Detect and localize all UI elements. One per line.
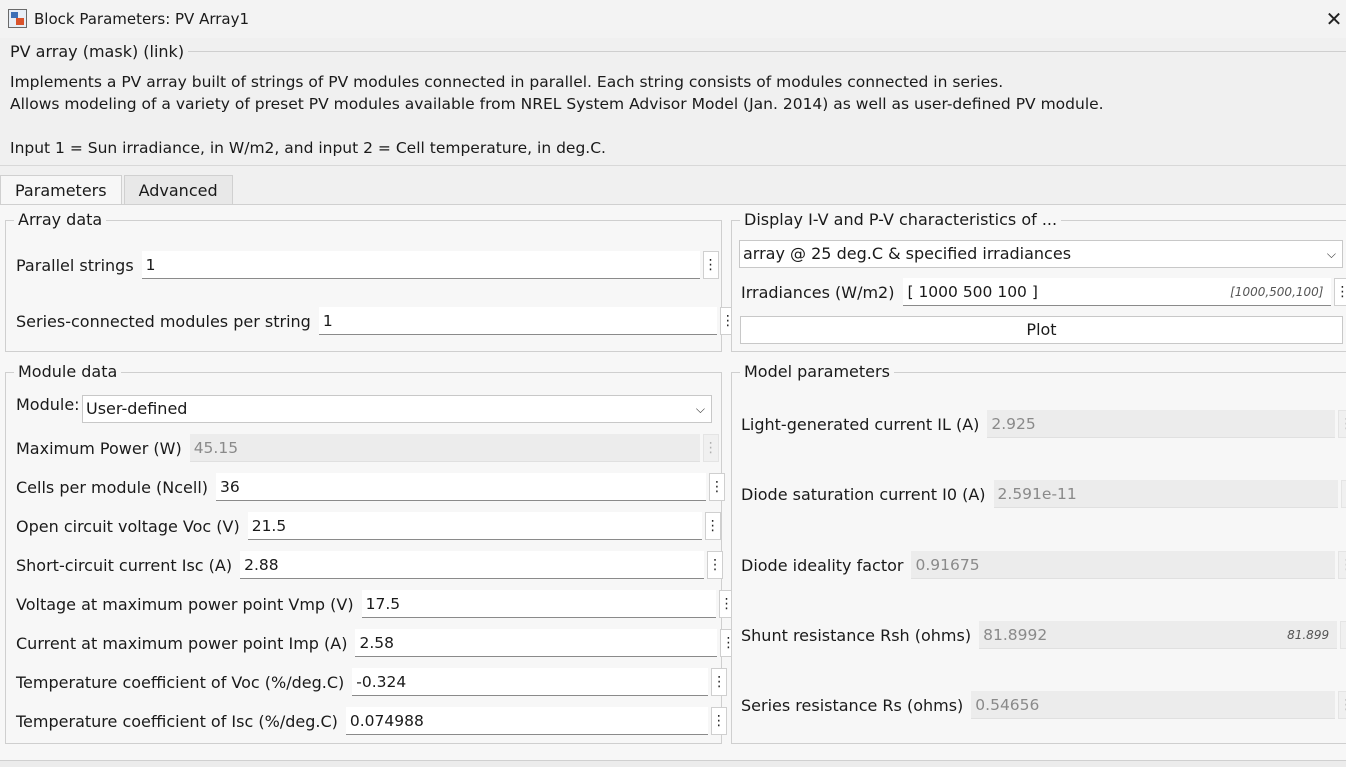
kebab-menu-icon[interactable]: ⋮ xyxy=(707,551,724,579)
voc-input[interactable]: 21.5 xyxy=(247,512,702,540)
bottom-bar xyxy=(0,760,1346,767)
cells-input[interactable]: 36 xyxy=(216,473,707,501)
field-label: Diode saturation current I0 (A) xyxy=(741,484,986,504)
kebab-menu-icon: ⋮ xyxy=(1338,691,1346,719)
field-label: Module: xyxy=(16,395,80,414)
max-power-row: Maximum Power (W) 45.15 ⋮ xyxy=(16,434,719,462)
field-label: Irradiances (W/m2) xyxy=(741,282,895,302)
plot-button[interactable]: Plot xyxy=(740,316,1343,344)
description-line-3: Input 1 = Sun irradiance, in W/m2, and i… xyxy=(10,139,606,157)
field-label: Temperature coefficient of Voc (%/deg.C) xyxy=(16,672,345,692)
rsh-input: 81.8992 81.899 xyxy=(979,621,1338,649)
array-data-group: Array data Parallel strings 1 ⋮ Series-c… xyxy=(5,210,736,352)
tc-voc-row: Temperature coefficient of Voc (%/deg.C)… xyxy=(16,668,728,696)
rs-row: Series resistance Rs (ohms) 0.54656 ⋮ xyxy=(741,691,1346,719)
evaluated-value-hint: [1000,500,100] xyxy=(1230,285,1324,299)
kebab-menu-icon: ⋮ xyxy=(1340,621,1346,649)
display-mode-select[interactable]: array @ 25 deg.C & specified irradiances… xyxy=(739,240,1343,268)
field-label: Diode ideality factor xyxy=(741,555,904,575)
group-title: Model parameters xyxy=(740,362,894,381)
group-title: Array data xyxy=(14,210,107,229)
imp-row: Current at maximum power point Imp (A) 2… xyxy=(16,629,737,657)
kebab-menu-icon: ⋮ xyxy=(1340,480,1346,508)
parallel-strings-input[interactable]: 1 xyxy=(141,251,700,279)
kebab-menu-icon[interactable]: ⋮ xyxy=(1334,278,1346,306)
display-mode-value: array @ 25 deg.C & specified irradiances xyxy=(743,244,1072,263)
field-label: Open circuit voltage Voc (V) xyxy=(16,516,240,536)
kebab-menu-icon[interactable]: ⋮ xyxy=(709,473,726,501)
vmp-input[interactable]: 17.5 xyxy=(361,590,716,618)
series-modules-row: Series-connected modules per string 1 ⋮ xyxy=(16,307,736,335)
isc-input[interactable]: 2.88 xyxy=(240,551,705,579)
ideality-input: 0.91675 xyxy=(911,551,1336,579)
kebab-menu-icon: ⋮ xyxy=(702,434,719,462)
imp-input[interactable]: 2.58 xyxy=(355,629,718,657)
series-modules-input[interactable]: 1 xyxy=(318,307,717,335)
field-label: Series-connected modules per string xyxy=(16,311,311,331)
irradiances-value: [ 1000 500 100 ] xyxy=(907,283,1038,301)
field-label: Shunt resistance Rsh (ohms) xyxy=(741,625,972,645)
il-input: 2.925 xyxy=(987,410,1336,438)
field-label: Short-circuit current Isc (A) xyxy=(16,555,233,575)
rsh-value: 81.8992 xyxy=(983,626,1048,644)
field-label: Series resistance Rs (ohms) xyxy=(741,695,964,715)
chevron-down-icon: ⌵ xyxy=(695,402,705,416)
field-label: Voltage at maximum power point Vmp (V) xyxy=(16,594,354,614)
evaluated-value-hint: 81.899 xyxy=(1287,628,1330,642)
chevron-down-icon: ⌵ xyxy=(1326,247,1336,261)
kebab-menu-icon: ⋮ xyxy=(1338,551,1346,579)
parallel-strings-row: Parallel strings 1 ⋮ xyxy=(16,251,719,279)
kebab-menu-icon[interactable]: ⋮ xyxy=(711,668,728,696)
kebab-menu-icon: ⋮ xyxy=(1338,410,1346,438)
mask-description: PV array (mask) (link) Implements a PV a… xyxy=(0,38,1346,166)
description-line-1: Implements a PV array built of strings o… xyxy=(10,73,1004,91)
tab-advanced[interactable]: Advanced xyxy=(123,175,233,205)
tc-voc-input[interactable]: -0.324 xyxy=(352,668,709,696)
group-title: Module data xyxy=(14,362,122,381)
parameters-panel: Array data Parallel strings 1 ⋮ Series-c… xyxy=(0,204,1346,760)
isc-row: Short-circuit current Isc (A) 2.88 ⋮ xyxy=(16,551,724,579)
field-label: Light-generated current IL (A) xyxy=(741,414,980,434)
il-row: Light-generated current IL (A) 2.925 ⋮ xyxy=(741,410,1346,438)
i0-input: 2.591e-11 xyxy=(993,480,1338,508)
title-bar: Block Parameters: PV Array1 ✕ xyxy=(0,0,1346,38)
module-data-group: Module data Module: User-defined ⌵ Maxim… xyxy=(5,362,737,744)
field-label: Current at maximum power point Imp (A) xyxy=(16,633,348,653)
irradiances-input[interactable]: [ 1000 500 100 ] [1000,500,100] xyxy=(903,278,1332,306)
close-button[interactable]: ✕ xyxy=(1322,0,1346,38)
block-parameters-icon xyxy=(8,9,27,28)
vmp-row: Voltage at maximum power point Vmp (V) 1… xyxy=(16,590,735,618)
field-label: Parallel strings xyxy=(16,255,134,275)
field-label: Temperature coefficient of Isc (%/deg.C) xyxy=(16,711,338,731)
model-parameters-group: Model parameters Light-generated current… xyxy=(731,362,1346,744)
kebab-menu-icon[interactable]: ⋮ xyxy=(710,707,727,735)
ideality-row: Diode ideality factor 0.91675 ⋮ xyxy=(741,551,1346,579)
rs-input: 0.54656 xyxy=(971,691,1336,719)
module-select-value: User-defined xyxy=(86,399,188,418)
kebab-menu-icon[interactable]: ⋮ xyxy=(702,251,719,279)
i0-row: Diode saturation current I0 (A) 2.591e-1… xyxy=(741,480,1346,508)
tab-parameters[interactable]: Parameters xyxy=(0,175,122,206)
group-title: Display I-V and P-V characteristics of .… xyxy=(740,210,1062,229)
max-power-input: 45.15 xyxy=(189,434,700,462)
field-label: Maximum Power (W) xyxy=(16,438,182,458)
mask-title: PV array (mask) (link) xyxy=(10,42,189,61)
kebab-menu-icon[interactable]: ⋮ xyxy=(704,512,721,540)
rsh-row: Shunt resistance Rsh (ohms) 81.8992 81.8… xyxy=(741,621,1346,649)
tab-bar: Parameters Advanced xyxy=(0,175,235,206)
module-row: Module: xyxy=(16,395,80,414)
divider xyxy=(180,51,1346,52)
tc-isc-input[interactable]: 0.074988 xyxy=(345,707,708,735)
window-title: Block Parameters: PV Array1 xyxy=(34,10,250,28)
tc-isc-row: Temperature coefficient of Isc (%/deg.C)… xyxy=(16,707,727,735)
cells-row: Cells per module (Ncell) 36 ⋮ xyxy=(16,473,726,501)
irradiances-row: Irradiances (W/m2) [ 1000 500 100 ] [100… xyxy=(741,278,1346,306)
description-line-2: Allows modeling of a variety of preset P… xyxy=(10,95,1104,113)
module-select[interactable]: User-defined ⌵ xyxy=(82,395,712,423)
field-label: Cells per module (Ncell) xyxy=(16,477,209,497)
voc-row: Open circuit voltage Voc (V) 21.5 ⋮ xyxy=(16,512,721,540)
